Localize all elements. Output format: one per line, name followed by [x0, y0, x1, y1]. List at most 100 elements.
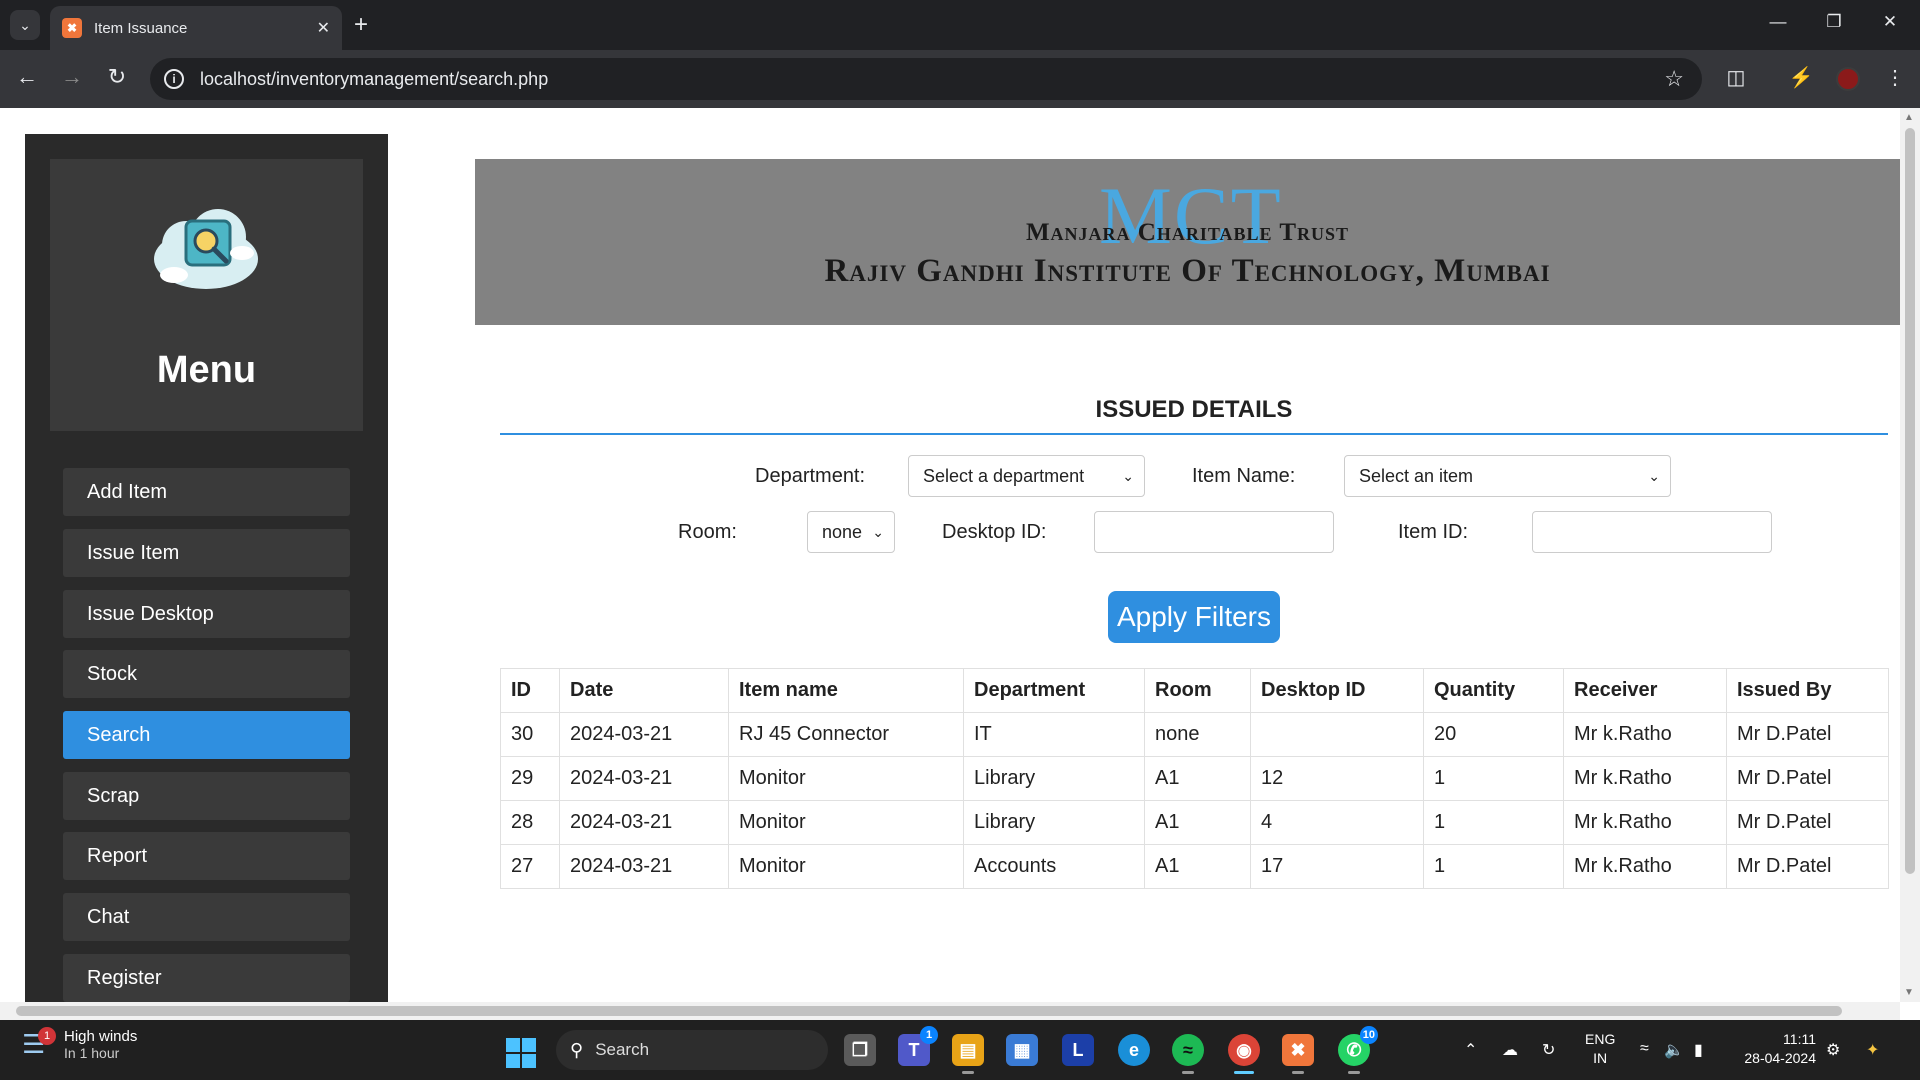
table-cell: Mr D.Patel: [1726, 712, 1889, 757]
sidebar-item-add-item[interactable]: Add Item: [63, 468, 350, 516]
clock-time: 11:11: [1783, 1031, 1816, 1047]
l-app-icon[interactable]: L: [1062, 1034, 1094, 1066]
sidebar-item-report[interactable]: Report: [63, 832, 350, 880]
window-close-icon[interactable]: ✕: [1870, 12, 1910, 32]
wifi-icon[interactable]: ≈: [1640, 1040, 1649, 1058]
browser-tab[interactable]: ✖ Item Issuance ✕: [50, 6, 342, 50]
teams-icon[interactable]: T 1: [898, 1026, 938, 1066]
weather-widget[interactable]: ☰ 1 High winds In 1 hour: [22, 1026, 138, 1061]
chrome-icon[interactable]: ◉: [1228, 1034, 1260, 1074]
search-cloud-logo-icon: [154, 209, 258, 289]
table-cell: Library: [963, 756, 1145, 801]
copilot-icon[interactable]: ✦: [1866, 1040, 1879, 1060]
table-cell: 2024-03-21: [559, 712, 729, 757]
minimize-icon[interactable]: —: [1758, 12, 1798, 32]
back-arrow-icon[interactable]: ←: [12, 64, 42, 90]
tray-overflow-chevron-icon[interactable]: ⌃: [1464, 1040, 1477, 1060]
table-header-row: ID Date Item name Department Room Deskto…: [500, 668, 1889, 713]
sidebar-item-chat[interactable]: Chat: [63, 893, 350, 941]
column-header: Desktop ID: [1250, 668, 1424, 713]
table-cell: Monitor: [728, 844, 964, 889]
table-cell: Mr k.Ratho: [1563, 712, 1727, 757]
xampp-icon[interactable]: ✖: [1282, 1034, 1314, 1074]
chevron-down-icon: ⌄: [1648, 467, 1660, 484]
table-cell: 20: [1423, 712, 1564, 757]
whatsapp-badge: 10: [1359, 1026, 1378, 1044]
language-indicator[interactable]: ENG IN: [1585, 1030, 1615, 1068]
trust-name: Manjara Charitable Trust: [1025, 219, 1350, 246]
apply-filters-button[interactable]: Apply Filters: [1108, 591, 1280, 643]
sidebar-item-scrap[interactable]: Scrap: [63, 772, 350, 820]
room-select[interactable]: none ⌄: [807, 511, 895, 553]
tab-close-icon[interactable]: ✕: [317, 18, 330, 38]
notification-bell-icon[interactable]: ⚙: [1826, 1040, 1840, 1060]
extensions-puzzle-icon[interactable]: ◫: [1721, 65, 1751, 90]
bookmark-star-icon[interactable]: ☆: [1664, 66, 1684, 92]
item-name-select[interactable]: Select an item ⌄: [1344, 455, 1671, 497]
system-clock[interactable]: 11:11 28-04-2024: [1736, 1030, 1816, 1068]
spotify-icon[interactable]: ≈: [1172, 1034, 1204, 1074]
vertical-scroll-thumb[interactable]: [1905, 128, 1915, 874]
battery-icon[interactable]: ▮: [1694, 1040, 1703, 1060]
horizontal-scrollbar[interactable]: [0, 1002, 1900, 1020]
department-select[interactable]: Select a department ⌄: [908, 455, 1145, 497]
file-explorer-icon[interactable]: ▤: [952, 1034, 984, 1074]
edge-icon[interactable]: e: [1118, 1034, 1150, 1066]
sidebar-item-stock[interactable]: Stock: [63, 650, 350, 698]
table-cell: 28: [500, 800, 560, 845]
horizontal-scroll-thumb[interactable]: [16, 1006, 1842, 1016]
page-viewport: Menu Add Item Issue Item Issue Desktop S…: [0, 108, 1920, 1020]
address-bar[interactable]: i localhost/inventorymanagement/search.p…: [150, 58, 1702, 100]
department-label: Department:: [755, 465, 866, 487]
sidebar-item-register[interactable]: Register: [63, 954, 350, 1002]
scroll-down-arrow-icon[interactable]: ▼: [1904, 987, 1914, 998]
desktop-id-input[interactable]: [1094, 511, 1334, 553]
windows-start-icon[interactable]: [506, 1038, 536, 1068]
column-header: Issued By: [1726, 668, 1889, 713]
onedrive-cloud-icon[interactable]: ☁: [1502, 1040, 1518, 1060]
table-cell: Mr k.Ratho: [1563, 756, 1727, 801]
table-cell: 27: [500, 844, 560, 889]
new-tab-plus-icon[interactable]: +: [354, 12, 368, 38]
column-header: Item name: [728, 668, 964, 713]
column-header: Department: [963, 668, 1145, 713]
table-cell: none: [1144, 712, 1251, 757]
vertical-scrollbar[interactable]: ▲ ▼: [1900, 108, 1920, 1002]
sidebar-item-search[interactable]: Search: [63, 711, 350, 759]
scroll-up-arrow-icon[interactable]: ▲: [1904, 112, 1914, 123]
whatsapp-icon[interactable]: ✆ 10: [1338, 1026, 1378, 1074]
table-cell: Mr k.Ratho: [1563, 844, 1727, 889]
profile-avatar[interactable]: [1836, 67, 1860, 91]
microsoft-store-icon[interactable]: ▦: [1006, 1034, 1038, 1066]
wind-weather-icon: ☰ 1: [22, 1026, 56, 1061]
column-header: Date: [559, 668, 729, 713]
table-cell: Mr D.Patel: [1726, 756, 1889, 801]
restore-icon[interactable]: ❐: [1814, 12, 1854, 32]
sidebar: Menu Add Item Issue Item Issue Desktop S…: [25, 134, 388, 1020]
item-id-input[interactable]: [1532, 511, 1772, 553]
browser-tab-bar: ⌄ ✖ Item Issuance ✕ + — ❐ ✕: [0, 0, 1920, 50]
item-id-label: Item ID:: [1398, 521, 1469, 543]
forward-arrow-icon[interactable]: →: [57, 64, 87, 90]
desktop-id-label: Desktop ID:: [942, 521, 1047, 543]
sidebar-item-issue-item[interactable]: Issue Item: [63, 529, 350, 577]
performance-icon[interactable]: ⚡: [1786, 65, 1816, 90]
volume-icon[interactable]: 🔈: [1664, 1040, 1684, 1060]
table-cell: A1: [1144, 800, 1251, 845]
reload-icon[interactable]: ↻: [102, 64, 132, 90]
sync-icon[interactable]: ↻: [1542, 1040, 1555, 1060]
browser-menu-icon[interactable]: ⋮: [1880, 65, 1910, 90]
table-cell: 2024-03-21: [559, 756, 729, 801]
weather-title: High winds: [64, 1028, 138, 1045]
taskbar-search[interactable]: ⚲ Search: [556, 1030, 828, 1070]
sidebar-item-issue-desktop[interactable]: Issue Desktop: [63, 590, 350, 638]
column-header: Quantity: [1423, 668, 1564, 713]
running-indicator: [1348, 1071, 1360, 1074]
site-info-icon[interactable]: i: [164, 69, 184, 89]
table-cell: Mr k.Ratho: [1563, 800, 1727, 845]
task-view-icon[interactable]: ❐: [844, 1034, 876, 1066]
menu-header-card: Menu: [50, 159, 363, 431]
item-name-label: Item Name:: [1192, 465, 1296, 487]
item-name-select-value: Select an item: [1359, 465, 1474, 486]
tab-search-dropdown-icon[interactable]: ⌄: [10, 10, 40, 40]
